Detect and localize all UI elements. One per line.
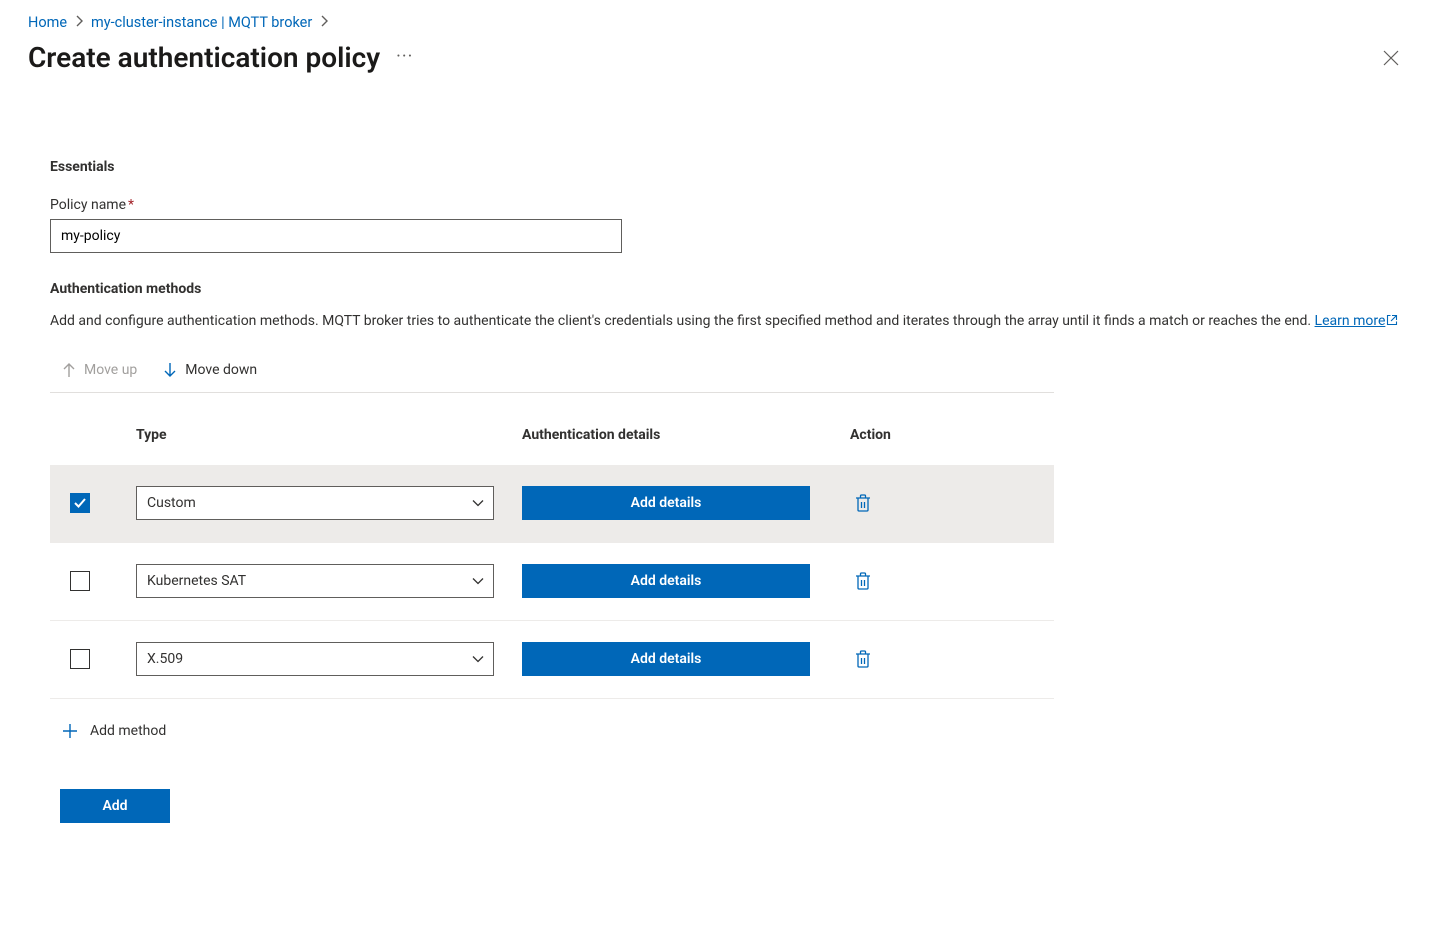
move-down-button[interactable]: Move down xyxy=(161,358,259,382)
policy-name-input[interactable] xyxy=(50,219,622,253)
add-details-button[interactable]: Add details xyxy=(522,486,810,520)
auth-methods-title: Authentication methods xyxy=(50,281,1404,297)
arrow-up-icon xyxy=(62,362,76,378)
breadcrumb: Home my-cluster-instance | MQTT broker xyxy=(28,14,1404,31)
table-row: Kubernetes SAT Add details xyxy=(50,543,1054,621)
row-checkbox[interactable] xyxy=(70,571,90,591)
table-row: Custom Add details xyxy=(50,465,1054,543)
auth-methods-table: Type Authentication details Action Custo… xyxy=(50,417,1054,699)
move-up-button[interactable]: Move up xyxy=(60,358,139,382)
close-icon xyxy=(1382,49,1400,67)
trash-icon xyxy=(854,493,872,513)
add-method-button[interactable]: Add method xyxy=(60,719,168,743)
essentials-title: Essentials xyxy=(50,159,1404,175)
policy-name-label: Policy name* xyxy=(50,197,1404,213)
footer-actions: Add xyxy=(50,789,1404,823)
delete-button[interactable] xyxy=(850,645,876,673)
row-checkbox[interactable] xyxy=(70,493,90,513)
chevron-right-icon xyxy=(318,15,330,31)
table-header: Type Authentication details Action xyxy=(50,417,1054,465)
auth-methods-description: Add and configure authentication methods… xyxy=(50,311,1404,334)
type-select[interactable]: Kubernetes SAT xyxy=(136,564,494,598)
chevron-right-icon xyxy=(73,15,85,31)
type-select[interactable]: X.509 xyxy=(136,642,494,676)
type-select[interactable]: Custom xyxy=(136,486,494,520)
plus-icon xyxy=(62,723,78,739)
learn-more-link[interactable]: Learn more xyxy=(1315,313,1399,329)
trash-icon xyxy=(854,571,872,591)
row-checkbox[interactable] xyxy=(70,649,90,669)
page-title: Create authentication policy xyxy=(28,41,380,74)
delete-button[interactable] xyxy=(850,489,876,517)
add-details-button[interactable]: Add details xyxy=(522,564,810,598)
col-details: Authentication details xyxy=(522,427,838,443)
trash-icon xyxy=(854,649,872,669)
col-action: Action xyxy=(838,427,1054,443)
breadcrumb-instance[interactable]: my-cluster-instance | MQTT broker xyxy=(91,14,312,31)
move-toolbar: Move up Move down xyxy=(50,358,1404,382)
check-icon xyxy=(74,498,86,508)
table-row: X.509 Add details xyxy=(50,621,1054,699)
arrow-down-icon xyxy=(163,362,177,378)
page-header: Create authentication policy ··· xyxy=(28,41,1404,74)
more-icon[interactable]: ··· xyxy=(396,46,413,69)
external-link-icon xyxy=(1386,312,1398,334)
close-button[interactable] xyxy=(1378,45,1404,71)
delete-button[interactable] xyxy=(850,567,876,595)
add-details-button[interactable]: Add details xyxy=(522,642,810,676)
col-type: Type xyxy=(136,427,522,443)
add-button[interactable]: Add xyxy=(60,789,170,823)
required-indicator: * xyxy=(128,197,134,213)
breadcrumb-home[interactable]: Home xyxy=(28,14,67,31)
divider xyxy=(50,392,1054,393)
